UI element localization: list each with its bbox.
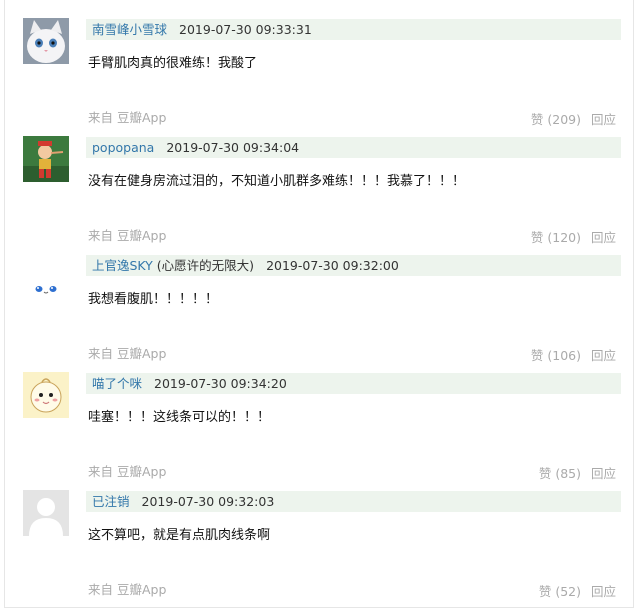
source-prefix: 来自 [88, 582, 114, 597]
comment-text: 我想看腹肌！！！！！ [88, 292, 219, 307]
comment-text: 没有在健身房流过泪的，不知道小肌群多难练！！！我慕了！！！ [88, 174, 466, 189]
comment-text: 这不算吧，就是有点肌肉线条啊 [88, 528, 271, 543]
comment-item: 上官逸SKY (心愿许的无限大) 2019-07-30 09:32:00 我想看腹… [0, 236, 640, 363]
comment-item: 喵了个咪 2019-07-30 09:34:20 哇塞！！！这线条可以的！！！ 来… [0, 354, 640, 481]
default-user-avatar-icon[interactable] [23, 490, 69, 536]
comment-text: 手臂肌肉真的很难练！我酸了 [88, 56, 258, 71]
source-app-link[interactable]: 豆瓣App [117, 582, 166, 597]
comment-header: 上官逸SKY (心愿许的无限大) 2019-07-30 09:32:00 [86, 255, 621, 276]
author-note: (心愿许的无限大) [152, 258, 255, 273]
cartoon-chick-avatar-icon[interactable] [23, 372, 69, 418]
pinocchio-avatar-icon[interactable] [23, 136, 69, 182]
comment-time: 2019-07-30 09:32:00 [266, 258, 399, 273]
comment-item: popopana 2019-07-30 09:34:04 没有在健身房流过泪的，不… [0, 118, 640, 245]
comment-source: 来自 豆瓣App [88, 582, 166, 598]
reply-button[interactable]: 回应 [591, 584, 616, 599]
comment-header: 已注销 2019-07-30 09:32:03 [86, 491, 621, 512]
comment-header: 喵了个咪 2019-07-30 09:34:20 [86, 373, 621, 394]
like-button[interactable]: 赞 (52) [539, 584, 581, 599]
author-link[interactable]: 已注销 [92, 494, 130, 509]
comment-text: 哇塞！！！这线条可以的！！！ [88, 410, 271, 425]
comment-time: 2019-07-30 09:34:20 [154, 376, 287, 391]
comment-time: 2019-07-30 09:32:03 [141, 494, 275, 509]
comment-item: 已注销 2019-07-30 09:32:03 这不算吧，就是有点肌肉线条啊 来自… [0, 472, 640, 599]
comment-time: 2019-07-30 09:34:04 [166, 140, 300, 155]
author-link[interactable]: 南雪峰小雪球 [92, 22, 167, 37]
comment-header: 南雪峰小雪球 2019-07-30 09:33:31 [86, 19, 621, 40]
comment-header: popopana 2019-07-30 09:34:04 [86, 137, 621, 158]
comment-actions: 赞 (52) 回应 [539, 584, 616, 600]
author-link[interactable]: 喵了个咪 [92, 376, 142, 391]
comment-time: 2019-07-30 09:33:31 [179, 22, 312, 37]
comment-item: 南雪峰小雪球 2019-07-30 09:33:31 手臂肌肉真的很难练！我酸了 … [0, 0, 640, 127]
author-link[interactable]: 上官逸SKY [92, 258, 153, 273]
blue-eyes-avatar-icon[interactable] [23, 254, 69, 300]
white-kitten-avatar-icon[interactable] [23, 18, 69, 64]
author-link[interactable]: popopana [92, 140, 154, 155]
